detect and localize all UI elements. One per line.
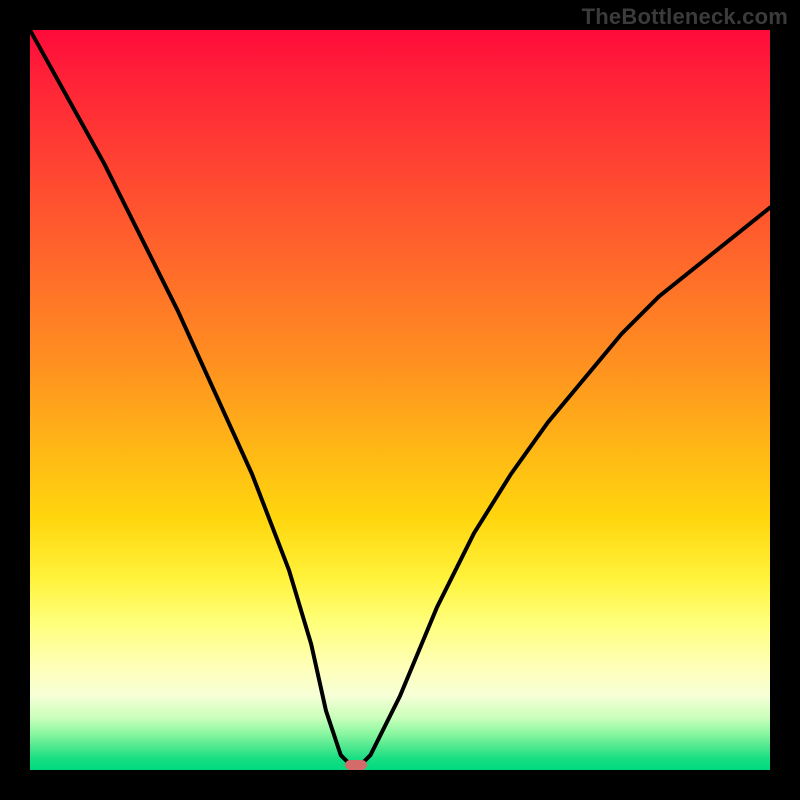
chart-frame: TheBottleneck.com (0, 0, 800, 800)
watermark-text: TheBottleneck.com (582, 4, 788, 30)
optimal-marker (345, 760, 367, 770)
plot-area (30, 30, 770, 770)
curve-path (30, 30, 770, 770)
bottleneck-curve (30, 30, 770, 770)
